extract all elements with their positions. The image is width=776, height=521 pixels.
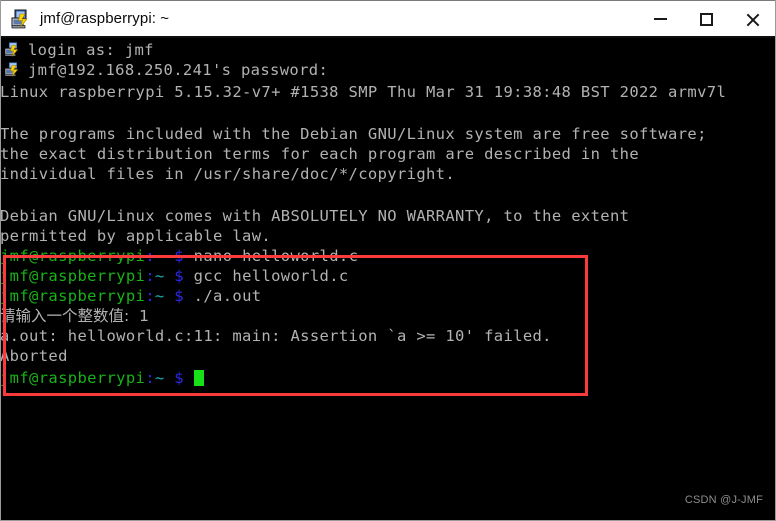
putty-row-icon: [3, 41, 23, 59]
terminal-segment: 请输入一个整数值: 1: [0, 307, 149, 325]
maximize-button[interactable]: [683, 1, 729, 37]
watermark: CSDN @J-JMF: [684, 494, 763, 506]
terminal-line-prompt-final: jmf@raspberrypi:~ $: [0, 368, 204, 388]
terminal-segment: jmf@raspberrypi: [0, 247, 146, 265]
titlebar: jmf@raspberrypi: ~: [1, 0, 775, 37]
terminal-segment: login as: jmf: [28, 41, 154, 59]
terminal-line-warranty-2: permitted by applicable law.: [0, 226, 272, 246]
terminal-segment: jmf@raspberrypi: [0, 369, 146, 387]
terminal-segment: :: [145, 267, 155, 285]
terminal-segment: permitted by applicable law.: [0, 227, 272, 245]
terminal-segment: Linux raspberrypi 5.15.32-v7+ #1538 SMP …: [0, 83, 727, 101]
terminal-segment: a.out: helloworld.c:11: main: Assertion …: [0, 327, 552, 345]
terminal-line-debian-free-1: The programs included with the Debian GN…: [0, 124, 707, 144]
putty-terminal-window: jmf@raspberrypi: ~ login as: jmf jmf@192.…: [0, 0, 776, 521]
terminal-segment: :: [145, 247, 155, 265]
close-icon: [746, 13, 759, 26]
terminal-segment: $: [174, 287, 184, 305]
terminal-segment: [165, 287, 175, 305]
terminal-segment: $: [174, 247, 184, 265]
putty-icon: [10, 8, 32, 30]
terminal-cursor: [193, 370, 204, 386]
terminal-segment: :: [145, 287, 155, 305]
terminal-line-program-input: 请输入一个整数值: 1: [0, 306, 149, 326]
terminal-line-aborted: Aborted: [0, 346, 68, 366]
terminal-line-login-as: login as: jmf: [1, 40, 154, 60]
terminal-segment: [165, 267, 175, 285]
terminal-segment: jmf@raspberrypi: [0, 267, 146, 285]
terminal-line-warranty-1: Debian GNU/Linux comes with ABSOLUTELY N…: [0, 206, 630, 226]
terminal-segment: $: [174, 369, 184, 387]
terminal-line-assert-failure: a.out: helloworld.c:11: main: Assertion …: [0, 326, 552, 346]
terminal-line-uname-banner: Linux raspberrypi 5.15.32-v7+ #1538 SMP …: [0, 82, 727, 102]
terminal-line-cmd-nano: jmf@raspberrypi:~ $ nano helloworld.c: [0, 246, 359, 266]
terminal-output[interactable]: login as: jmf jmf@192.168.250.241's passw…: [0, 38, 775, 520]
terminal-segment: [184, 369, 194, 387]
close-button[interactable]: [729, 1, 775, 37]
terminal-segment: :: [145, 369, 155, 387]
terminal-segment: individual files in /usr/share/doc/*/cop…: [0, 165, 456, 183]
terminal-line-debian-free-2: the exact distribution terms for each pr…: [0, 144, 639, 164]
minimize-button[interactable]: [637, 1, 683, 37]
terminal-segment: [165, 369, 175, 387]
terminal-segment: Debian GNU/Linux comes with ABSOLUTELY N…: [0, 207, 630, 225]
terminal-segment: ~: [154, 369, 165, 387]
terminal-segment: jmf@raspberrypi: [0, 287, 146, 305]
terminal-line-password-prompt: jmf@192.168.250.241's password:: [1, 60, 329, 80]
minimize-icon: [653, 18, 667, 20]
terminal-segment: ~: [154, 247, 165, 265]
terminal-segment: Aborted: [0, 347, 68, 365]
window-title: jmf@raspberrypi: ~: [40, 10, 170, 27]
terminal-segment: The programs included with the Debian GN…: [0, 125, 707, 143]
terminal-line-debian-free-3: individual files in /usr/share/doc/*/cop…: [0, 164, 456, 184]
putty-row-icon: [3, 61, 23, 79]
terminal-segment: nano helloworld.c: [183, 247, 359, 265]
terminal-segment: gcc helloworld.c: [183, 267, 349, 285]
terminal-line-cmd-gcc: jmf@raspberrypi:~ $ gcc helloworld.c: [0, 266, 349, 286]
terminal-segment: jmf@192.168.250.241's password:: [28, 61, 329, 79]
terminal-segment: ~: [154, 287, 165, 305]
maximize-icon: [699, 12, 713, 26]
terminal-segment: $: [174, 267, 184, 285]
terminal-segment: ~: [154, 267, 165, 285]
terminal-segment: [165, 247, 175, 265]
terminal-segment: the exact distribution terms for each pr…: [0, 145, 639, 163]
terminal-segment: ./a.out: [183, 287, 262, 305]
terminal-line-cmd-run: jmf@raspberrypi:~ $ ./a.out: [0, 286, 262, 306]
